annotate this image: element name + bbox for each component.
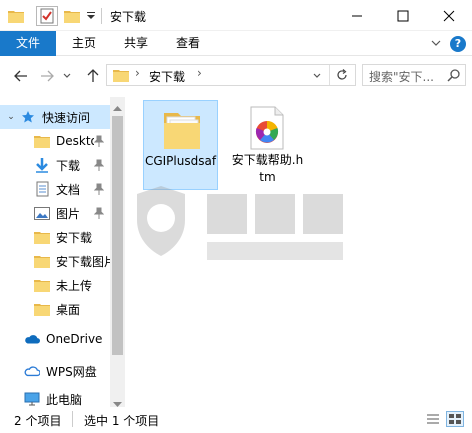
nav-item-label: 安下载 xyxy=(56,230,93,245)
nav-item-label: OneDrive xyxy=(46,332,103,346)
computer-icon xyxy=(24,391,40,407)
minimize-button[interactable] xyxy=(334,0,380,31)
file-item-htm[interactable]: 安下载帮助.htm xyxy=(230,100,305,190)
pin-icon xyxy=(93,135,105,147)
nav-item-folder[interactable]: 未上传 xyxy=(0,273,112,297)
folder-icon xyxy=(162,107,202,154)
properties-icon[interactable] xyxy=(36,6,58,26)
nav-item-folder[interactable]: 桌面 xyxy=(0,297,112,321)
pin-icon xyxy=(93,159,105,171)
tab-share[interactable]: 共享 xyxy=(114,31,158,56)
download-icon xyxy=(34,157,50,173)
nav-item-label: 此电脑 xyxy=(46,392,83,407)
ribbon-tabs: 文件 主页 共享 查看 ? xyxy=(0,31,472,56)
folder-icon xyxy=(34,229,50,245)
folder-icon xyxy=(113,68,129,85)
nav-item-label: 桌面 xyxy=(56,302,81,317)
nav-item-wps[interactable]: WPS网盘 xyxy=(0,359,112,383)
document-icon xyxy=(34,181,50,197)
folder-icon xyxy=(34,133,50,149)
address-bar[interactable]: › 安下载 › xyxy=(106,64,356,86)
tab-home[interactable]: 主页 xyxy=(62,31,106,56)
nav-item-this-pc[interactable]: 此电脑 xyxy=(0,391,112,407)
folder-icon xyxy=(34,301,50,317)
customize-toolbar-icon[interactable] xyxy=(84,6,98,26)
folder-icon xyxy=(34,253,50,269)
address-divider xyxy=(329,65,330,85)
wps-cloud-icon xyxy=(24,363,40,379)
nav-item-folder[interactable]: 安下载图片 xyxy=(0,249,112,273)
selection-count: 选中 1 个项目 xyxy=(84,414,160,428)
search-input[interactable]: 搜索"安下... xyxy=(369,68,434,85)
large-icons-view-icon[interactable] xyxy=(446,411,464,427)
recent-locations-button[interactable] xyxy=(60,65,74,87)
back-button[interactable] xyxy=(10,65,32,87)
nav-item-label: Desktop xyxy=(56,134,94,148)
item-count: 2 个项目 xyxy=(14,414,62,428)
status-bar: 2 个项目 选中 1 个项目 xyxy=(0,407,472,433)
breadcrumb-item[interactable]: 安下载 xyxy=(149,68,185,85)
nav-item-onedrive[interactable]: OneDrive xyxy=(0,327,112,351)
nav-item-folder[interactable]: 安下载 xyxy=(0,225,112,249)
refresh-icon[interactable] xyxy=(335,68,349,85)
file-item-folder[interactable]: CGIPlusdsaf xyxy=(143,100,218,190)
nav-item-label: 图片 xyxy=(56,206,81,221)
chevron-right-icon[interactable]: › xyxy=(135,66,140,80)
chevron-down-icon[interactable]: ⌄ xyxy=(6,109,16,125)
expand-ribbon-icon[interactable] xyxy=(430,37,442,52)
htm-file-icon xyxy=(247,106,287,153)
pin-icon xyxy=(93,183,105,195)
star-icon xyxy=(20,109,36,125)
title-separator xyxy=(101,8,102,24)
picture-icon xyxy=(34,205,50,221)
title-bar: 安下载 xyxy=(0,0,472,31)
nav-item-label: 下载 xyxy=(56,158,81,173)
address-history-button[interactable] xyxy=(313,68,321,82)
nav-item-label: WPS网盘 xyxy=(46,364,97,379)
watermark-logo xyxy=(137,180,357,270)
up-button[interactable] xyxy=(82,65,104,87)
maximize-button[interactable] xyxy=(380,0,426,31)
nav-item-label: 安下载图片 xyxy=(56,254,112,269)
file-name: CGIPlusdsaf xyxy=(144,154,217,168)
tab-file[interactable]: 文件 xyxy=(0,31,56,56)
nav-item-label: 快速访问 xyxy=(42,110,91,125)
scroll-up-icon[interactable] xyxy=(113,100,122,114)
cloud-icon xyxy=(24,331,40,347)
folder-icon xyxy=(8,6,24,26)
details-view-icon[interactable] xyxy=(426,413,440,428)
help-icon[interactable]: ? xyxy=(450,36,466,52)
pin-icon xyxy=(93,207,105,219)
status-divider xyxy=(72,411,73,427)
search-icon[interactable] xyxy=(447,68,461,85)
tab-view[interactable]: 查看 xyxy=(166,31,210,56)
nav-item-label: 文档 xyxy=(56,182,81,197)
folder-icon xyxy=(34,277,50,293)
nav-item-quick-access[interactable]: ⌄ 快速访问 xyxy=(0,105,110,129)
navigation-pane: ⌄ 快速访问 Desktop 下载 文档 图片 安下载 安下载图片 未上传 桌 xyxy=(0,97,125,407)
window-title: 安下载 xyxy=(110,10,147,24)
new-folder-icon[interactable] xyxy=(64,6,80,26)
forward-button[interactable] xyxy=(36,65,58,87)
scrollbar-thumb[interactable] xyxy=(112,116,123,355)
search-box[interactable]: 搜索"安下... xyxy=(362,64,466,86)
chevron-right-icon[interactable]: › xyxy=(197,66,202,80)
nav-item-label: 未上传 xyxy=(56,278,93,293)
close-button[interactable] xyxy=(426,0,472,31)
